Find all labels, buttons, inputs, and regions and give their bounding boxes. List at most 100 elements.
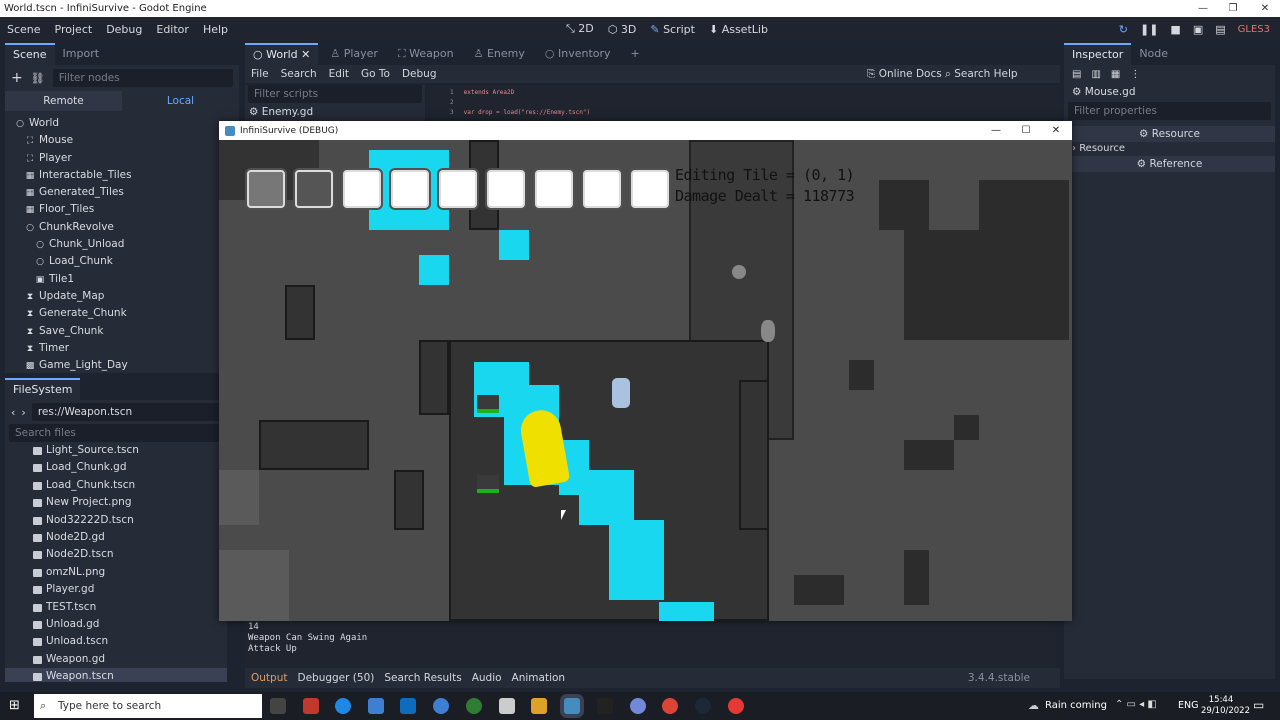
scene-node[interactable]: ⧗ Timer bbox=[5, 340, 239, 357]
pause-icon[interactable]: ❚❚ bbox=[1140, 23, 1158, 36]
scene-node[interactable]: ▦ Interactable_Tiles bbox=[5, 167, 239, 184]
app-icon[interactable] bbox=[597, 698, 613, 714]
save-icon[interactable]: ▦ bbox=[1111, 69, 1120, 80]
file-explorer-icon[interactable] bbox=[531, 698, 547, 714]
script-menu-edit[interactable]: Edit bbox=[323, 68, 355, 80]
scene-node[interactable]: ⛶ Mouse bbox=[5, 132, 239, 149]
file-item[interactable]: Weapon.tscn bbox=[5, 668, 227, 682]
file-item[interactable]: Load_Chunk.tscn bbox=[5, 477, 227, 494]
file-item[interactable]: Nod32222D.tscn bbox=[5, 512, 227, 529]
menu-debug[interactable]: Debug bbox=[99, 23, 149, 36]
more-icon[interactable]: ⋮ bbox=[1130, 69, 1140, 80]
discord-icon[interactable] bbox=[630, 698, 646, 714]
script-menu-debug[interactable]: Debug bbox=[396, 68, 443, 80]
weather-label[interactable]: Rain coming bbox=[1045, 700, 1107, 711]
script-item[interactable]: ⚙ Enemy.gd bbox=[245, 103, 425, 121]
tab-weapon[interactable]: ⛶ Weapon bbox=[390, 43, 462, 65]
edge-icon[interactable] bbox=[335, 698, 351, 714]
local-tab[interactable]: Local bbox=[122, 91, 239, 111]
language-label[interactable]: ENG bbox=[1178, 700, 1198, 711]
file-item[interactable]: Node2D.gd bbox=[5, 529, 227, 546]
xbox-icon[interactable] bbox=[466, 698, 482, 714]
tab-animation[interactable]: Animation bbox=[512, 672, 566, 684]
scene-node[interactable]: ⧗ Generate_Chunk bbox=[5, 305, 239, 322]
hotbar-slot[interactable] bbox=[391, 170, 429, 208]
scene-node[interactable]: ⧗ Save_Chunk bbox=[5, 323, 239, 340]
tab-output[interactable]: Output bbox=[251, 672, 287, 684]
file-item[interactable]: Unload.tscn bbox=[5, 633, 227, 650]
tab-scene[interactable]: Scene bbox=[5, 43, 55, 65]
link-icon[interactable]: ⛓ bbox=[31, 72, 45, 85]
file-item[interactable]: Load_Chunk.gd bbox=[5, 459, 227, 476]
add-tab-icon[interactable]: + bbox=[623, 43, 648, 65]
file-item[interactable]: omzNL.png bbox=[5, 564, 227, 581]
weather-icon[interactable]: ☁ bbox=[1028, 699, 1039, 712]
filter-nodes-input[interactable]: Filter nodes bbox=[52, 69, 233, 87]
scene-node[interactable]: ○ Chunk_Unload bbox=[5, 236, 239, 253]
reload-icon[interactable]: ↻ bbox=[1119, 23, 1128, 36]
forward-icon[interactable]: › bbox=[21, 406, 25, 419]
menu-project[interactable]: Project bbox=[48, 23, 100, 36]
hotbar-slot[interactable] bbox=[583, 170, 621, 208]
taskbar-search-input[interactable]: Type here to search bbox=[34, 694, 262, 718]
game-minimize-button[interactable]: — bbox=[981, 121, 1011, 140]
app-icon[interactable] bbox=[728, 698, 744, 714]
app-icon[interactable] bbox=[499, 698, 515, 714]
play-scene-icon[interactable]: ▣ bbox=[1193, 23, 1203, 36]
tab-enemy[interactable]: ♙ Enemy bbox=[466, 43, 533, 65]
hotbar-slot[interactable] bbox=[487, 170, 525, 208]
tab-inspector[interactable]: Inspector bbox=[1064, 43, 1132, 65]
resource-section-header[interactable]: ⚙ Resource bbox=[1064, 126, 1275, 142]
game-window-titlebar[interactable]: InfiniSurvive (DEBUG) — ☐ ✕ bbox=[219, 121, 1072, 140]
tab-audio[interactable]: Audio bbox=[472, 672, 502, 684]
steam-icon[interactable] bbox=[695, 698, 711, 714]
scene-node[interactable]: ▩ Game_Light_Day bbox=[5, 357, 239, 374]
path-field[interactable]: res://Weapon.tscn bbox=[31, 403, 221, 421]
task-view-icon[interactable] bbox=[270, 698, 286, 714]
search-help-link[interactable]: ⌕ Search Help bbox=[945, 68, 1018, 81]
hotbar-slot[interactable] bbox=[535, 170, 573, 208]
clock-time[interactable]: 15:44 bbox=[1201, 695, 1241, 705]
mail-icon[interactable] bbox=[400, 698, 416, 714]
menu-help[interactable]: Help bbox=[196, 23, 235, 36]
file-item[interactable]: New Project.png bbox=[5, 494, 227, 511]
hotbar-slot[interactable] bbox=[439, 170, 477, 208]
file-item[interactable]: Node2D.tscn bbox=[5, 546, 227, 563]
open-folder-icon[interactable]: ▥ bbox=[1091, 69, 1100, 80]
online-docs-link[interactable]: ⎘ Online Docs bbox=[867, 68, 942, 81]
file-item[interactable]: Light_Source.tscn bbox=[5, 442, 227, 459]
system-tray-icons[interactable]: ⌃ ▭ ◂ ◧ bbox=[1115, 699, 1157, 710]
scene-node[interactable]: ○ World bbox=[5, 115, 239, 132]
tab-search-results[interactable]: Search Results bbox=[384, 672, 461, 684]
workspace-assetlib-button[interactable]: ⬇ AssetLib bbox=[709, 23, 768, 36]
game-maximize-button[interactable]: ☐ bbox=[1011, 121, 1041, 140]
scene-node[interactable]: ⧗ Update_Map bbox=[5, 288, 239, 305]
file-item[interactable]: Unload.gd bbox=[5, 616, 227, 633]
tab-player[interactable]: ♙ Player bbox=[322, 43, 386, 65]
tab-import[interactable]: Import bbox=[55, 43, 108, 65]
hotbar-slot[interactable] bbox=[343, 170, 381, 208]
add-node-icon[interactable]: + bbox=[11, 70, 23, 86]
store-icon[interactable] bbox=[368, 698, 384, 714]
scene-node[interactable]: ○ Load_Chunk bbox=[5, 253, 239, 270]
hotbar-slot[interactable] bbox=[247, 170, 285, 208]
tab-node[interactable]: Node bbox=[1131, 43, 1176, 65]
resource-subsection[interactable]: › Resource bbox=[1064, 142, 1275, 156]
clock-date[interactable]: 29/10/2022 bbox=[1201, 706, 1250, 716]
workspace-2d-button[interactable]: ⤡ 2D bbox=[566, 22, 594, 36]
game-viewport[interactable]: Editing Tile = (0, 1) Damage Dealt = 118… bbox=[219, 140, 1072, 621]
reference-section-header[interactable]: ⚙ Reference bbox=[1064, 156, 1275, 172]
scene-node[interactable]: ▦ Generated_Tiles bbox=[5, 184, 239, 201]
new-resource-icon[interactable]: ▤ bbox=[1072, 69, 1081, 80]
hotbar-slot[interactable] bbox=[631, 170, 669, 208]
menu-editor[interactable]: Editor bbox=[149, 23, 196, 36]
tab-world[interactable]: ○ World ✕ bbox=[245, 43, 319, 65]
chrome-icon[interactable] bbox=[662, 698, 678, 714]
windows-start-icon[interactable]: ⊞ bbox=[9, 698, 20, 713]
scene-node[interactable]: ▦ Floor_Tiles bbox=[5, 201, 239, 218]
inspected-object[interactable]: ⚙ Mouse.gd bbox=[1064, 84, 1275, 100]
maximize-button[interactable]: ❐ bbox=[1218, 0, 1248, 17]
game-close-button[interactable]: ✕ bbox=[1041, 121, 1071, 140]
godot-taskbar-icon[interactable] bbox=[564, 698, 580, 714]
menu-scene[interactable]: Scene bbox=[0, 23, 48, 36]
